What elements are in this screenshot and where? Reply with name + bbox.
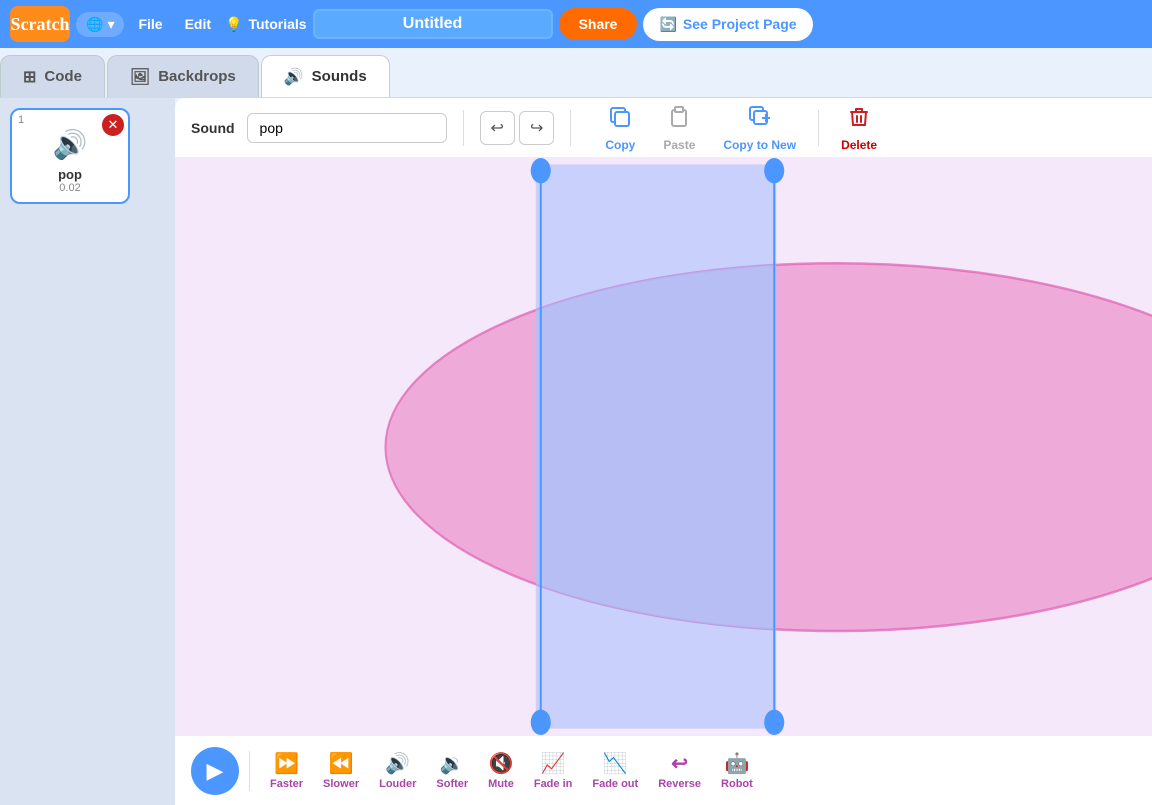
undo-button[interactable]: ↩ (480, 111, 515, 145)
tutorials-button[interactable]: 💡 Tutorials (225, 16, 307, 33)
toolbar-separator-1 (463, 110, 464, 146)
code-icon: ⊞ (23, 67, 36, 87)
toolbar-actions: Copy Paste (595, 100, 887, 156)
delete-icon (846, 104, 872, 136)
copy-to-new-button[interactable]: Copy to New (713, 100, 806, 156)
paste-button[interactable]: Paste (653, 100, 705, 156)
slower-icon: ⏪ (329, 751, 354, 776)
share-button[interactable]: Share (559, 8, 638, 40)
sound-toolbar: Sound ↩ ↪ Copy (175, 98, 1152, 158)
faster-button[interactable]: ⏩ Faster (260, 747, 313, 794)
language-selector[interactable]: 🌐 ▾ (76, 12, 124, 37)
play-icon: ▶ (207, 758, 224, 784)
copy-to-new-icon (747, 104, 773, 136)
reverse-icon: ↩ (671, 751, 688, 776)
undo-redo-group: ↩ ↪ (480, 111, 555, 145)
softer-icon: 🔉 (440, 751, 465, 776)
louder-icon: 🔊 (385, 751, 410, 776)
waveform-svg (175, 158, 1152, 735)
main-area: 1 ✕ 🔊 pop 0.02 Sound ↩ ↪ (0, 98, 1152, 805)
sounds-list-panel: 1 ✕ 🔊 pop 0.02 (0, 98, 175, 805)
waveform-area[interactable] (175, 158, 1152, 735)
project-title-input[interactable] (313, 9, 553, 39)
backdrops-icon: 🖼 (130, 67, 150, 87)
delete-button[interactable]: Delete (831, 100, 887, 156)
tab-code[interactable]: ⊞ Code (0, 55, 105, 97)
mute-button[interactable]: 🔇 Mute (478, 747, 524, 794)
navbar: Scratch 🌐 ▾ File Edit 💡 Tutorials Share … (0, 0, 1152, 48)
softer-button[interactable]: 🔉 Softer (426, 747, 478, 794)
fade-out-icon: 📉 (603, 751, 628, 776)
louder-button[interactable]: 🔊 Louder (369, 747, 426, 794)
copy-icon (607, 104, 633, 136)
slower-button[interactable]: ⏪ Slower (313, 747, 369, 794)
tabbar: ⊞ Code 🖼 Backdrops 🔊 Sounds (0, 48, 1152, 98)
robot-button[interactable]: 🤖 Robot (711, 747, 763, 794)
bottom-controls: ▶ ⏩ Faster ⏪ Slower 🔊 Louder 🔉 Softer 🔇 (175, 735, 1152, 805)
delete-sound-button[interactable]: ✕ (102, 114, 124, 136)
lightbulb-icon: 💡 (225, 16, 242, 33)
sound-field-label: Sound (191, 120, 235, 136)
sound-item-name: pop (58, 167, 82, 182)
paste-icon (666, 104, 692, 136)
see-project-button[interactable]: 🔄 See Project Page (643, 8, 812, 41)
scratch-logo[interactable]: Scratch (10, 6, 70, 42)
fade-in-button[interactable]: 📈 Fade in (524, 747, 583, 794)
toolbar-separator-2 (570, 110, 571, 146)
reverse-button[interactable]: ↩ Reverse (648, 747, 711, 794)
play-button[interactable]: ▶ (191, 747, 239, 795)
file-menu[interactable]: File (130, 12, 170, 36)
sound-editor-panel: Sound ↩ ↪ Copy (175, 98, 1152, 805)
sound-name-input[interactable] (247, 113, 447, 143)
sounds-icon: 🔊 (284, 67, 304, 87)
edit-menu[interactable]: Edit (177, 12, 219, 36)
faster-icon: ⏩ (274, 751, 299, 776)
sound-item-duration: 0.02 (59, 182, 80, 194)
globe-icon: 🌐 (86, 16, 103, 33)
fade-out-button[interactable]: 📉 Fade out (582, 747, 648, 794)
fade-in-icon: 📈 (541, 751, 566, 776)
tab-backdrops[interactable]: 🖼 Backdrops (107, 55, 259, 97)
sound-item-icon: 🔊 (53, 128, 88, 161)
robot-icon: 🤖 (724, 751, 749, 776)
copy-button[interactable]: Copy (595, 100, 645, 156)
sound-item[interactable]: 1 ✕ 🔊 pop 0.02 (10, 108, 130, 204)
see-project-icon: 🔄 (659, 16, 676, 33)
controls-separator (249, 751, 250, 791)
tab-sounds[interactable]: 🔊 Sounds (261, 55, 390, 97)
sound-item-number: 1 (18, 114, 24, 126)
globe-chevron: ▾ (107, 16, 114, 33)
redo-button[interactable]: ↪ (519, 111, 554, 145)
mute-icon: 🔇 (489, 751, 514, 776)
toolbar-separator-3 (818, 110, 819, 146)
